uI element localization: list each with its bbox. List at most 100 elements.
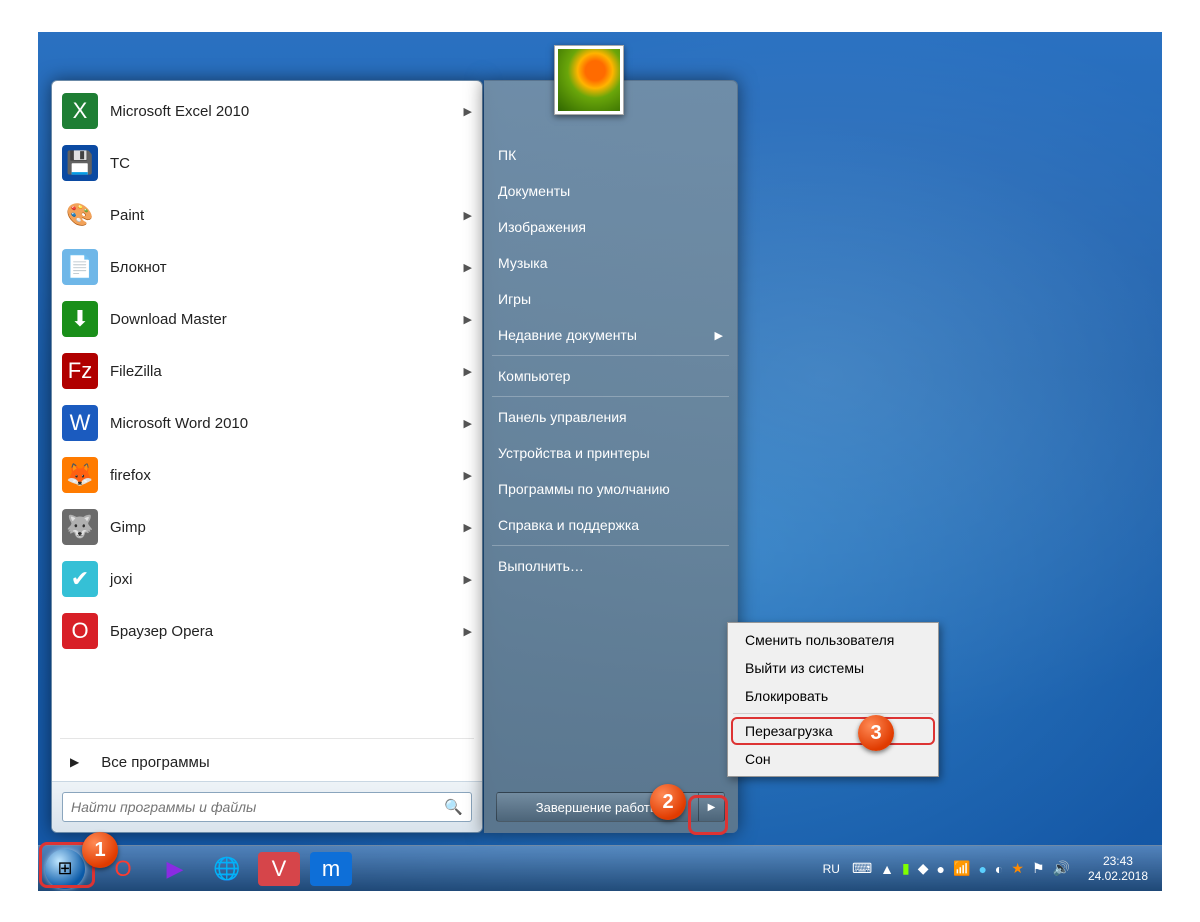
- search-icon: 🔍: [444, 798, 463, 816]
- tray-app2-icon[interactable]: ◆: [918, 860, 929, 877]
- network-icon[interactable]: 📶: [953, 860, 970, 877]
- desktop: XMicrosoft Excel 2010▶💾TC🎨Paint▶📄Блокнот…: [38, 32, 1162, 891]
- system-link[interactable]: Недавние документы▶: [484, 317, 737, 353]
- app-label: Блокнот: [110, 259, 464, 276]
- all-programs-label: Все программы: [101, 754, 209, 771]
- submenu-log-off[interactable]: Выйти из системы: [731, 654, 935, 682]
- system-link-label: Справка и поддержка: [498, 517, 639, 533]
- taskbar-media-icon[interactable]: ▶: [154, 852, 196, 886]
- app-item[interactable]: 📄 Блокнот▶: [54, 241, 480, 293]
- clock-time: 23:43: [1088, 854, 1148, 869]
- volume-icon[interactable]: 🔊: [1053, 860, 1070, 877]
- user-picture: [558, 49, 620, 111]
- start-button[interactable]: ⊞: [42, 846, 88, 892]
- chevron-right-icon: ▶: [464, 625, 472, 638]
- pinned-apps-list: XMicrosoft Excel 2010▶💾TC🎨Paint▶📄Блокнот…: [52, 81, 482, 734]
- chevron-right-icon: ▶: [464, 417, 472, 430]
- app-label: TC: [110, 155, 472, 172]
- app-item[interactable]: 💾 TC: [54, 137, 480, 189]
- app-item[interactable]: ✔joxi▶: [54, 553, 480, 605]
- app-icon: 💾: [62, 145, 98, 181]
- app-label: Браузер Opera: [110, 623, 464, 640]
- tray-app5-icon[interactable]: ◐: [995, 861, 1003, 877]
- system-link[interactable]: ПК: [484, 137, 737, 173]
- submenu-switch-user[interactable]: Сменить пользователя: [731, 626, 935, 654]
- taskbar-pinned: O ▶ 🌐 V m: [102, 852, 352, 886]
- app-item[interactable]: O Браузер Opera▶: [54, 605, 480, 657]
- app-icon: 🦊: [62, 457, 98, 493]
- app-item[interactable]: ⬇Download Master▶: [54, 293, 480, 345]
- chevron-right-icon: ▶: [464, 261, 472, 274]
- system-link[interactable]: Документы: [484, 173, 737, 209]
- flag-icon[interactable]: ⚑: [1032, 860, 1045, 877]
- tray-app4-icon[interactable]: ●: [978, 861, 986, 877]
- submenu-sleep[interactable]: Сон: [731, 745, 935, 773]
- system-link-label: Недавние документы: [498, 327, 637, 343]
- shutdown-label: Завершение работы: [536, 800, 659, 815]
- clock-date: 24.02.2018: [1088, 869, 1148, 884]
- system-link-label: Изображения: [498, 219, 586, 235]
- system-link[interactable]: Изображения: [484, 209, 737, 245]
- system-link[interactable]: Игры: [484, 281, 737, 317]
- app-icon: Fz: [62, 353, 98, 389]
- chevron-right-icon: ▶: [464, 469, 472, 482]
- system-link-label: ПК: [498, 147, 516, 163]
- system-link-label: Компьютер: [498, 368, 570, 384]
- chevron-right-icon: ▶: [464, 105, 472, 118]
- taskbar-chrome-icon[interactable]: 🌐: [206, 852, 248, 886]
- tray-up-icon[interactable]: ▲: [880, 861, 894, 877]
- keyboard-icon[interactable]: ⌨: [852, 860, 872, 877]
- system-link[interactable]: Музыка: [484, 245, 737, 281]
- start-menu-left: XMicrosoft Excel 2010▶💾TC🎨Paint▶📄Блокнот…: [51, 80, 483, 833]
- app-icon: 🎨: [62, 197, 98, 233]
- app-icon: ⬇: [62, 301, 98, 337]
- app-item[interactable]: WMicrosoft Word 2010▶: [54, 397, 480, 449]
- app-item[interactable]: 🦊firefox▶: [54, 449, 480, 501]
- taskbar-clock[interactable]: 23:43 24.02.2018: [1078, 854, 1158, 884]
- app-item[interactable]: FzFileZilla▶: [54, 345, 480, 397]
- app-icon: X: [62, 93, 98, 129]
- annotation-marker-1: 1: [82, 832, 118, 868]
- system-link[interactable]: Компьютер: [484, 358, 737, 394]
- app-icon: O: [62, 613, 98, 649]
- app-label: joxi: [110, 571, 464, 588]
- system-link[interactable]: Программы по умолчанию: [484, 471, 737, 507]
- system-link[interactable]: Справка и поддержка: [484, 507, 737, 543]
- taskbar-vivaldi-icon[interactable]: V: [258, 852, 300, 886]
- submenu-restart[interactable]: Перезагрузка: [731, 717, 935, 745]
- shutdown-row: Завершение работы ▶: [496, 792, 725, 822]
- tray-app6-icon[interactable]: ★: [1011, 860, 1024, 877]
- divider: [492, 355, 729, 356]
- shutdown-options-arrow[interactable]: ▶: [699, 792, 725, 822]
- divider: [60, 738, 474, 739]
- system-links-list: ПКДокументыИзображенияМузыкаИгрыНедавние…: [484, 81, 737, 584]
- system-link[interactable]: Устройства и принтеры: [484, 435, 737, 471]
- submenu-lock[interactable]: Блокировать: [731, 682, 935, 710]
- search-box[interactable]: 🔍: [62, 792, 472, 822]
- app-label: Microsoft Word 2010: [110, 415, 464, 432]
- app-icon: 📄: [62, 249, 98, 285]
- all-programs-button[interactable]: ▶ Все программы: [52, 743, 482, 781]
- app-label: Microsoft Excel 2010: [110, 103, 464, 120]
- tray-app3-icon[interactable]: ●: [937, 861, 945, 877]
- taskbar-maxthon-icon[interactable]: m: [310, 852, 352, 886]
- system-link-label: Музыка: [498, 255, 548, 271]
- app-label: Paint: [110, 207, 464, 224]
- system-link[interactable]: Выполнить…: [484, 548, 737, 584]
- user-picture-frame[interactable]: [554, 45, 624, 115]
- start-menu-right: ПКДокументыИзображенияМузыкаИгрыНедавние…: [484, 80, 738, 833]
- taskbar: ⊞ O ▶ 🌐 V m RU ⌨ ▲ ▮ ◆ ● 📶 ● ◐ ★ ⚑ 🔊 23:…: [38, 845, 1162, 891]
- divider: [492, 545, 729, 546]
- tray-app1-icon[interactable]: ▮: [902, 860, 910, 877]
- language-indicator[interactable]: RU: [819, 860, 844, 878]
- system-link[interactable]: Панель управления: [484, 399, 737, 435]
- search-input[interactable]: [71, 799, 444, 815]
- app-item[interactable]: 🎨Paint▶: [54, 189, 480, 241]
- app-label: FileZilla: [110, 363, 464, 380]
- app-item[interactable]: X Microsoft Excel 2010▶: [54, 85, 480, 137]
- app-item[interactable]: 🐺Gimp▶: [54, 501, 480, 553]
- annotation-marker-2: 2: [650, 784, 686, 820]
- system-link-label: Выполнить…: [498, 558, 584, 574]
- annotation-marker-3: 3: [858, 715, 894, 751]
- windows-orb-icon: ⊞: [45, 849, 85, 889]
